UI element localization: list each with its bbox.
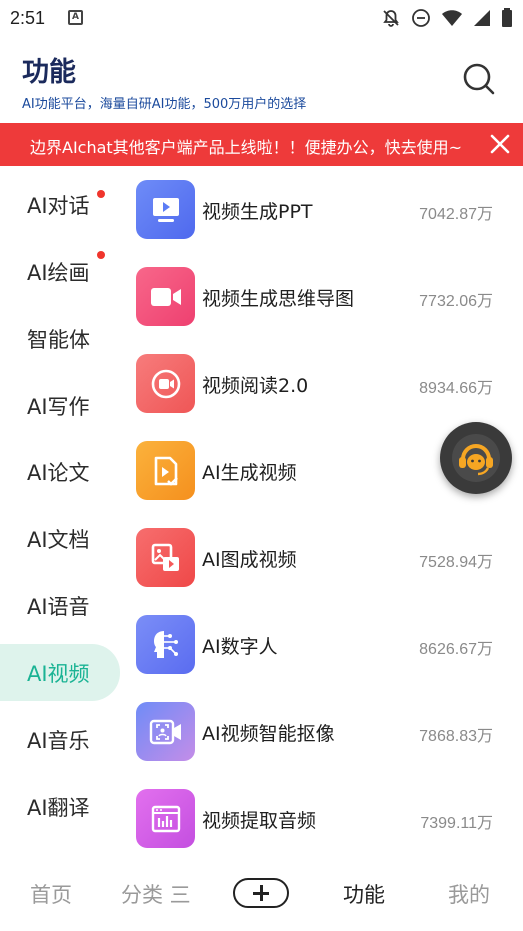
sidebar-item-ai-writing[interactable]: AI写作 <box>0 377 125 434</box>
tab-feature[interactable]: 功能 <box>343 879 385 909</box>
list-item[interactable]: AI图成视频 7528.94万 <box>125 518 523 605</box>
category-sidebar: AI对话 AI绘画 智能体 AI写作 AI论文 AI文档 AI语音 AI视频 A… <box>0 170 125 850</box>
customer-service-button[interactable] <box>440 422 512 494</box>
feature-name: AI生成视频 <box>202 462 297 484</box>
feature-name: 视频阅读2.0 <box>202 375 309 397</box>
digital-human-icon <box>136 615 195 674</box>
status-icons <box>381 8 513 28</box>
wifi-icon <box>442 10 462 26</box>
feature-name: 视频提取音频 <box>202 810 317 832</box>
bottom-tab-bar: 首页 分类 三 功能 我的 <box>0 860 523 931</box>
list-item[interactable]: 视频生成PPT 7042.87万 <box>125 170 523 257</box>
sidebar-item-ai-chat[interactable]: AI对话 <box>0 176 125 233</box>
notifications-off-icon <box>383 10 399 27</box>
search-icon[interactable] <box>462 62 496 96</box>
sidebar-item-ai-voice[interactable]: AI语音 <box>0 577 125 634</box>
app-notification-icon: A <box>68 10 83 25</box>
sidebar-item-label: AI文档 <box>27 528 90 552</box>
usage-count: 7399.11万 <box>420 815 493 832</box>
battery-icon <box>502 8 512 27</box>
usage-count: 7732.06万 <box>419 293 493 310</box>
headset-icon <box>452 434 500 482</box>
sidebar-item-label: AI论文 <box>27 461 90 485</box>
sidebar-item-ai-paper[interactable]: AI论文 <box>0 443 125 500</box>
close-icon[interactable] <box>489 133 511 155</box>
usage-count: 8934.66万 <box>419 380 493 397</box>
page-subtitle: AI功能平台，海量自研AI功能，500万用户的选择 <box>22 97 307 112</box>
tab-mine[interactable]: 我的 <box>448 879 490 909</box>
new-badge-dot <box>97 190 105 198</box>
video-camera-icon <box>136 267 195 326</box>
usage-count: 7528.94万 <box>419 554 493 571</box>
status-time: 2:51 <box>10 8 46 28</box>
sidebar-item-agent[interactable]: 智能体 <box>0 310 125 367</box>
list-item[interactable]: 视频阅读2.0 8934.66万 <box>125 344 523 431</box>
do-not-disturb-icon <box>412 9 430 27</box>
sidebar-item-label: AI对话 <box>27 194 90 218</box>
usage-count: 7868.83万 <box>419 728 493 745</box>
sidebar-item-label: 智能体 <box>27 328 90 352</box>
sidebar-item-label: AI语音 <box>27 595 90 619</box>
usage-count: 8626.67万 <box>419 641 493 658</box>
create-plus-button[interactable] <box>233 878 289 908</box>
audio-extract-icon <box>136 789 195 848</box>
sidebar-item-label: AI翻译 <box>27 796 90 820</box>
sidebar-item-ai-music[interactable]: AI音乐 <box>0 711 125 768</box>
sidebar-item-ai-video[interactable]: AI视频 <box>0 644 120 701</box>
status-bar: 2:51 A <box>0 0 523 36</box>
presentation-icon <box>136 180 195 239</box>
video-read-icon <box>136 354 195 413</box>
matting-icon <box>136 702 195 761</box>
feature-name: AI图成视频 <box>202 549 297 571</box>
feature-name: AI视频智能抠像 <box>202 723 335 745</box>
tab-category[interactable]: 分类 三 <box>121 879 191 909</box>
sidebar-item-label: AI视频 <box>27 662 90 686</box>
feature-list: 视频生成PPT 7042.87万 视频生成思维导图 7732.06万 视频阅读2… <box>125 170 523 860</box>
page-title: 功能 <box>22 57 76 88</box>
feature-name: 视频生成思维导图 <box>202 288 355 310</box>
sidebar-item-label: AI写作 <box>27 395 90 419</box>
sidebar-item-ai-translate[interactable]: AI翻译 <box>0 778 125 835</box>
image-video-icon <box>136 528 195 587</box>
list-item[interactable]: 视频生成思维导图 7732.06万 <box>125 257 523 344</box>
list-item[interactable]: 视频提取音频 7399.11万 <box>125 779 523 866</box>
usage-count: 7042.87万 <box>419 206 493 223</box>
sidebar-item-label: AI绘画 <box>27 261 90 285</box>
announcement-banner[interactable]: 边界AIchat其他客户端产品上线啦！！便捷办公，快去使用~ <box>0 123 523 166</box>
page-header: 功能 AI功能平台，海量自研AI功能，500万用户的选择 <box>0 36 523 122</box>
list-item[interactable]: AI数字人 8626.67万 <box>125 605 523 692</box>
video-file-icon <box>136 441 195 500</box>
banner-text: 边界AIchat其他客户端产品上线啦！！便捷办公，快去使用~ <box>30 138 463 157</box>
feature-name: AI数字人 <box>202 636 278 658</box>
sidebar-item-ai-document[interactable]: AI文档 <box>0 510 125 567</box>
cell-signal-icon <box>474 10 490 26</box>
sidebar-item-label: AI音乐 <box>27 729 90 753</box>
sidebar-item-ai-drawing[interactable]: AI绘画 <box>0 243 125 300</box>
list-item[interactable]: AI视频智能抠像 7868.83万 <box>125 692 523 779</box>
new-badge-dot <box>97 251 105 259</box>
tab-home[interactable]: 首页 <box>30 879 72 909</box>
feature-name: 视频生成PPT <box>202 201 313 223</box>
